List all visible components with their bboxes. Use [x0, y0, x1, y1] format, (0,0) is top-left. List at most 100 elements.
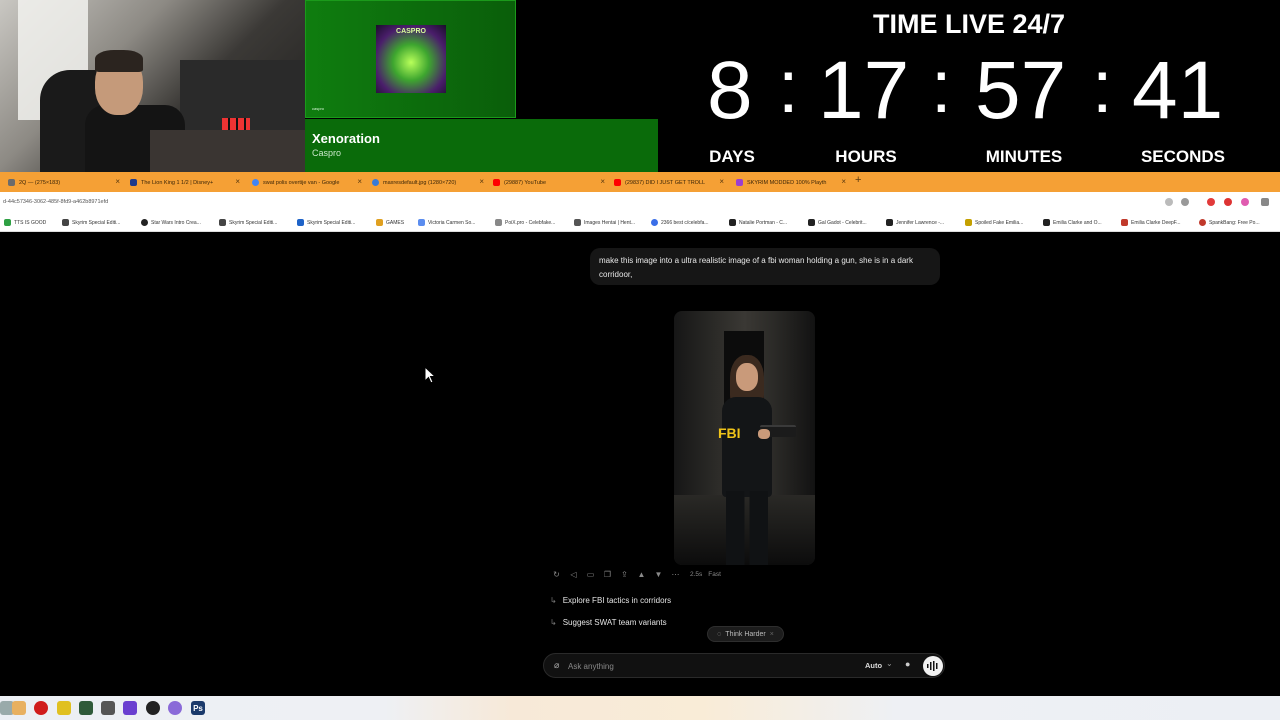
address-bar[interactable]: d-44c57346-3062-485f-8fd9-a462b8971efd — [0, 192, 1280, 212]
close-icon[interactable]: × — [479, 177, 484, 186]
camera-icon[interactable] — [101, 701, 115, 715]
album-cover-title: CASPRO — [396, 28, 426, 35]
star-icon[interactable] — [1181, 198, 1189, 206]
opera-icon[interactable] — [34, 701, 48, 715]
bookmark-item[interactable]: Emilia Clarke DeepF... — [1121, 218, 1180, 227]
response-actions: ↻ ◁ ▭ ❐ ⇪ ▲ ▼ ⋯ 2.5s Fast — [548, 568, 721, 580]
track-title: Xenoration — [312, 131, 380, 146]
now-playing-info: Xenoration Caspro — [305, 119, 658, 172]
extension-icon[interactable] — [1224, 198, 1232, 206]
bookmark-icon — [808, 219, 815, 226]
webcam-controller — [222, 118, 250, 130]
bookmark-label: 2366 best c/celebfa... — [661, 219, 709, 226]
bookmark-label: Victoria Carmen So... — [428, 219, 476, 226]
timer-hours-label: HOURS — [835, 147, 897, 166]
webcam-person-hair — [95, 50, 143, 72]
chevron-down-icon[interactable]: ⌄ — [886, 659, 893, 668]
youtube-icon — [614, 179, 621, 186]
photoshop-icon[interactable]: Ps — [191, 701, 205, 715]
bookmark-item[interactable]: Images Hentai | Hent... — [574, 218, 635, 227]
bookmark-icon — [62, 219, 69, 226]
bookmark-item[interactable]: Skyrim Special Editi... — [219, 218, 277, 227]
more-options-icon[interactable]: ⋯ — [667, 568, 684, 580]
close-icon[interactable]: × — [115, 177, 120, 186]
microphone-icon[interactable]: ● — [905, 659, 910, 669]
track-artist: Caspro — [312, 148, 342, 158]
bookmark-item[interactable]: Skyrim Special Editi... — [62, 218, 120, 227]
message-input[interactable] — [568, 659, 848, 673]
google-icon — [252, 179, 259, 186]
bookmark-item[interactable]: Jennifer Lawrence -... — [886, 218, 944, 227]
file-explorer-icon[interactable] — [12, 701, 26, 715]
browser-tab[interactable]: (29887) YouTube × — [493, 175, 605, 190]
thumbs-up-icon[interactable]: ▲ — [633, 568, 650, 580]
timer-colon: : — [778, 45, 799, 128]
share-icon[interactable]: ⇪ — [616, 568, 633, 580]
bookmark-item[interactable]: TTS IS GOOD — [4, 218, 46, 227]
regenerate-icon[interactable]: ↻ — [548, 568, 565, 580]
bookmark-label: Images Hentai | Hent... — [584, 219, 636, 226]
browser-tab[interactable]: The Lion King 1 1/2 | Disney+ × — [130, 175, 240, 190]
close-icon[interactable]: × — [841, 177, 846, 186]
opera-icon[interactable] — [1207, 198, 1215, 206]
bookmark-folder[interactable]: GAMES — [376, 218, 404, 227]
app-icon[interactable] — [57, 701, 71, 715]
bookmark-item[interactable]: Emilia Clarke and O... — [1043, 218, 1102, 227]
bookmark-item[interactable]: Gal Gadot - Celebrit... — [808, 218, 867, 227]
new-tab-button[interactable]: + — [855, 174, 861, 186]
heart-icon — [1199, 219, 1206, 226]
webcam-feed — [0, 0, 305, 172]
screen-cast-icon[interactable] — [1165, 198, 1173, 206]
voice-mode-button[interactable] — [923, 656, 943, 676]
bookmark-item[interactable]: 2366 best c/celebfa... — [651, 218, 709, 227]
comment-icon[interactable]: ▭ — [582, 568, 599, 580]
bookmark-item[interactable]: SpankBang: Free Po... — [1199, 218, 1260, 227]
close-icon[interactable]: × — [600, 177, 605, 186]
bookmark-item[interactable]: Victoria Carmen So... — [418, 218, 475, 227]
browser-tab[interactable]: (29837) DID I JUST GET TROLL × — [614, 175, 724, 190]
close-icon[interactable]: × — [719, 177, 724, 186]
browser-tab[interactable]: swat polis overtije van - Google × — [252, 175, 362, 190]
bookmark-icon — [141, 219, 148, 226]
generated-image[interactable]: FBI — [674, 311, 815, 565]
app-icon[interactable] — [79, 701, 93, 715]
close-icon[interactable]: × — [235, 177, 240, 186]
timer-minutes: 57 — [975, 45, 1067, 136]
suggestion-label: Suggest SWAT team variants — [562, 617, 667, 627]
suggestion-item[interactable]: ↳ Suggest SWAT team variants — [550, 616, 667, 628]
tab-label: SKYRIM MODDED 100% Playth — [747, 179, 827, 186]
obs-icon[interactable] — [146, 701, 160, 715]
bookmark-item[interactable]: Spoiled Fake Emilia... — [965, 218, 1023, 227]
think-harder-chip[interactable]: ◌ Think Harder × — [707, 626, 784, 642]
app-icon[interactable] — [123, 701, 137, 715]
image-woman-face — [736, 363, 758, 391]
now-playing-art-panel: CASPRO caspro — [305, 0, 516, 118]
copy-icon[interactable]: ❐ — [599, 568, 616, 580]
attach-icon[interactable]: ⌀ — [554, 660, 559, 671]
tab-label: maxresdefault.jpg (1280×720) — [383, 179, 457, 186]
thumbs-down-icon[interactable]: ▼ — [650, 568, 667, 580]
bookmark-item[interactable]: Skyrim Special Editi... — [297, 218, 355, 227]
close-icon[interactable]: × — [357, 177, 362, 186]
suggestion-item[interactable]: ↳ Explore FBI tactics in corridors — [550, 594, 671, 606]
app-icon[interactable] — [168, 701, 182, 715]
bookmark-label: Skyrim Special Editi... — [307, 219, 356, 226]
arrow-return-icon: ↳ — [550, 617, 557, 627]
bookmark-item[interactable]: Natalie Portman - C... — [729, 218, 787, 227]
bookmark-item[interactable]: PoiX.pro - Celebfake... — [495, 218, 555, 227]
tab-label: (29887) YouTube — [504, 179, 546, 186]
menu-icon[interactable] — [1261, 198, 1269, 206]
bookmark-item[interactable]: Star Wars Intro Crea... — [141, 218, 201, 227]
browser-tab[interactable]: 2Q — (275×183) × — [8, 175, 120, 190]
bookmark-icon — [418, 219, 425, 226]
heart-icon[interactable] — [1241, 198, 1249, 206]
read-aloud-icon[interactable]: ◁ — [565, 568, 582, 580]
bookmark-label: Star Wars Intro Crea... — [151, 219, 201, 226]
model-mode-selector[interactable]: Auto — [865, 661, 882, 670]
close-icon[interactable]: × — [770, 631, 774, 638]
browser-tab[interactable]: maxresdefault.jpg (1280×720) × — [372, 175, 484, 190]
browser-tab-active[interactable]: SKYRIM MODDED 100% Playth × — [736, 175, 846, 190]
timer-title: TIME LIVE 24/7 — [872, 9, 1066, 39]
bookmark-label: Skyrim Special Editi... — [229, 219, 278, 226]
bookmark-icon — [651, 219, 658, 226]
